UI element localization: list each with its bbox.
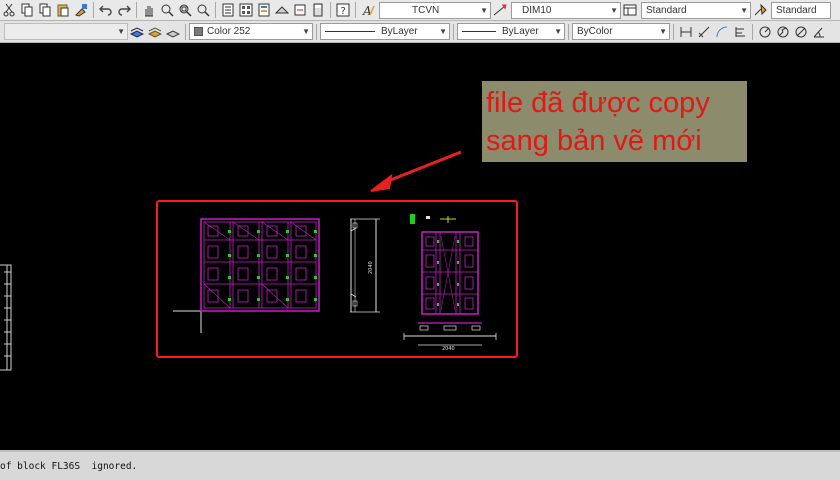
toolbar-separator [673, 23, 674, 40]
svg-text:?: ? [341, 6, 346, 17]
linetype-preview [325, 31, 375, 32]
sheet-set-icon[interactable] [274, 2, 290, 18]
arc-length-icon[interactable] [714, 24, 730, 40]
highlight-box [156, 200, 518, 358]
toolbar-separator [568, 23, 569, 40]
partial-drawing-left [0, 264, 12, 371]
pan-icon[interactable] [141, 2, 157, 18]
table-style-icon[interactable] [622, 2, 638, 18]
toolbar-separator [185, 23, 186, 40]
command-line[interactable]: of block FL36S ignored. [0, 450, 840, 480]
plot-style-value: ByColor [577, 26, 613, 37]
color-swatch [194, 27, 203, 36]
linetype-dropdown[interactable]: ByLayer ▼ [320, 23, 450, 40]
standard-toolbar: ? A TCVN ▼ DIM10 ▼ Standard ▼ Standard [0, 0, 840, 21]
lineweight-dropdown[interactable]: ByLayer ▼ [457, 23, 565, 40]
layer-states-icon[interactable] [165, 24, 181, 40]
toolbar-separator [752, 23, 753, 40]
zoom-window-icon[interactable] [177, 2, 193, 18]
redo-icon[interactable] [116, 2, 132, 18]
toolbar-separator [215, 2, 216, 18]
make-object-layer-current-icon[interactable] [129, 24, 145, 40]
table-style-value: Standard [646, 4, 687, 16]
help-icon[interactable]: ? [335, 2, 351, 18]
dimension-text-horizontal: 2040 [442, 346, 455, 352]
aligned-dimension-icon[interactable] [696, 24, 712, 40]
drawing-canvas[interactable]: 2040 2040 file đã được copy sang bản vẽ … [0, 44, 840, 450]
toolbar-separator [453, 23, 454, 40]
angular-dimension-icon[interactable] [811, 24, 827, 40]
cut-icon[interactable] [1, 2, 17, 18]
color-value: Color 252 [207, 26, 251, 37]
zoom-realtime-icon[interactable] [159, 2, 175, 18]
chevron-down-icon: ▼ [610, 5, 618, 15]
callout-line-1: file đã được copy [486, 87, 710, 119]
text-style-value: TCVN [412, 4, 440, 16]
text-style-dropdown[interactable]: TCVN ▼ [379, 1, 491, 19]
text-style-icon[interactable]: A [360, 2, 376, 18]
side-section-drawing: 2040 [350, 218, 380, 313]
zoom-previous-icon[interactable] [195, 2, 211, 18]
undo-icon[interactable] [98, 2, 114, 18]
toolbar-separator [330, 2, 331, 18]
callout-line-2: sang bản vẽ mới [486, 125, 702, 157]
elevation-drawing [173, 218, 320, 333]
lineweight-value: ByLayer [502, 26, 539, 37]
markup-icon[interactable] [292, 2, 308, 18]
copy-icon[interactable] [19, 2, 35, 18]
radius-dimension-icon[interactable] [757, 24, 773, 40]
multileader-style-value: Standard [776, 4, 817, 16]
multileader-style-dropdown[interactable]: Standard [771, 1, 831, 19]
calculator-icon[interactable] [310, 2, 326, 18]
callout-arrowhead [370, 173, 393, 192]
chevron-down-icon: ▼ [439, 27, 447, 36]
properties-icon[interactable] [220, 2, 236, 18]
chevron-down-icon: ▼ [659, 27, 667, 36]
chevron-down-icon: ▼ [117, 27, 125, 36]
dimension-text-vertical: 2040 [368, 261, 374, 274]
chevron-down-icon: ▼ [302, 27, 310, 36]
linear-dimension-icon[interactable] [678, 24, 694, 40]
chevron-down-icon: ▼ [480, 5, 488, 15]
lineweight-preview [462, 31, 496, 32]
toolbar-separator [93, 2, 94, 18]
ordinate-dimension-icon[interactable] [732, 24, 748, 40]
dimension-style-icon[interactable] [492, 2, 508, 18]
layer-previous-icon[interactable] [147, 24, 163, 40]
copy-with-basepoint-icon[interactable] [37, 2, 53, 18]
color-dropdown[interactable]: Color 252 ▼ [189, 23, 313, 40]
design-center-icon[interactable] [238, 2, 254, 18]
toolbar-separator [355, 2, 356, 18]
callout-arrow [382, 150, 462, 185]
multileader-style-icon[interactable] [752, 2, 768, 18]
dimension-style-dropdown[interactable]: DIM10 ▼ [511, 1, 621, 19]
chevron-down-icon: ▼ [554, 27, 562, 36]
chevron-down-icon: ▼ [740, 5, 748, 15]
properties-toolbar: ▼ Color 252 ▼ ByLayer ▼ ByLayer ▼ ByColo… [0, 21, 840, 43]
dimension-style-value: DIM10 [522, 4, 552, 16]
command-history-text: of block FL36S ignored. [0, 461, 138, 472]
table-style-dropdown[interactable]: Standard ▼ [641, 1, 751, 19]
plot-style-dropdown[interactable]: ByColor ▼ [572, 23, 670, 40]
paste-icon[interactable] [55, 2, 71, 18]
toolbar-separator [136, 2, 137, 18]
linetype-value: ByLayer [381, 26, 418, 37]
layer-dropdown[interactable]: ▼ [4, 23, 128, 40]
toolbar-separator [316, 23, 317, 40]
match-properties-icon[interactable] [73, 2, 89, 18]
jogged-dimension-icon[interactable] [775, 24, 791, 40]
tool-palettes-icon[interactable] [256, 2, 272, 18]
plan-drawing: 2040 [403, 214, 497, 352]
diameter-dimension-icon[interactable] [793, 24, 809, 40]
callout-note: file đã được copy sang bản vẽ mới [482, 81, 747, 162]
